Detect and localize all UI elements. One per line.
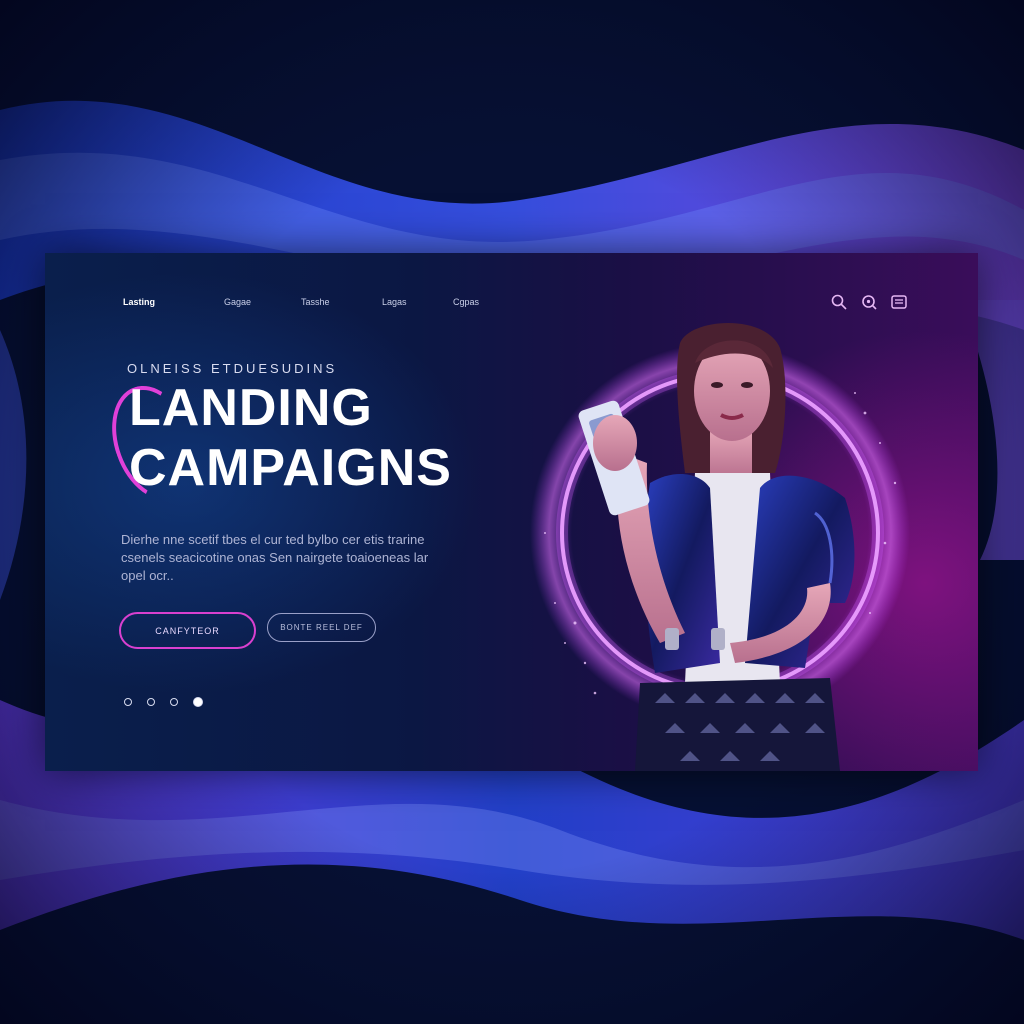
nav-item-lagas[interactable]: Lagas <box>382 297 407 307</box>
hero-title-line-2: CAMPAIGNS <box>129 439 452 497</box>
carousel-dot[interactable] <box>170 698 178 706</box>
hero-description: Dierhe nne scetif tbes el cur ted bylbo … <box>121 532 429 583</box>
landing-page-panel: Lasting Gagae Tasshe Lagas Cgpas OLNEISS… <box>45 253 978 771</box>
hero-eyebrow: OLNEISS ETDUESUDINS <box>127 361 338 376</box>
hero-model-illustration <box>530 323 910 771</box>
nav-item-cgpas[interactable]: Cgpas <box>453 297 479 307</box>
hero-title-line-1: LANDING <box>129 379 373 437</box>
secondary-cta-button[interactable]: BONTE REEL DEF <box>267 613 376 642</box>
carousel-dot[interactable] <box>124 698 132 706</box>
carousel-dot-active[interactable] <box>193 697 203 707</box>
nav-item-lasting[interactable]: Lasting <box>123 297 155 307</box>
hero-title: LANDING CAMPAIGNS <box>97 374 452 512</box>
carousel-dot[interactable] <box>147 698 155 706</box>
nav-item-gagae[interactable]: Gagae <box>224 297 251 307</box>
nav-item-tasshe[interactable]: Tasshe <box>301 297 330 307</box>
carousel-indicators <box>124 697 203 707</box>
primary-cta-button[interactable]: CANFYTEOR <box>119 612 256 649</box>
